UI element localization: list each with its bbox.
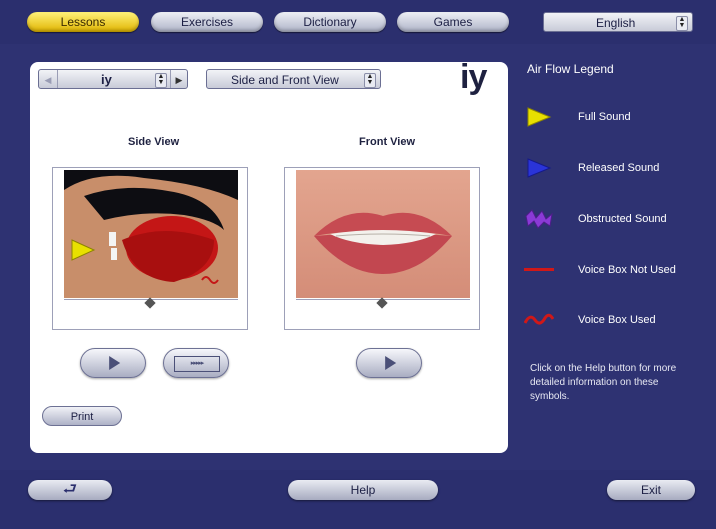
sound-select[interactable]: ◀ iy ▲ ▼ ▶ xyxy=(38,69,188,89)
purple-zigzag-icon xyxy=(525,209,553,229)
scrubber-handle[interactable] xyxy=(144,297,156,309)
play-icon xyxy=(109,356,121,370)
legend-item-voice-box-used: Voice Box Used xyxy=(520,306,710,336)
frame-step-button[interactable]: ▸▸▸▸▸ xyxy=(163,348,229,378)
sound-select-value: iy xyxy=(101,72,112,87)
bottom-bar: ⮐ Help Exit xyxy=(0,470,716,529)
back-arrow-icon: ⮐ xyxy=(62,481,78,498)
play-icon xyxy=(385,356,397,370)
lesson-panel: ◀ iy ▲ ▼ ▶ Side and Front View ▲ ▼ iy Side… xyxy=(30,58,508,453)
spinner-icon: ▲ ▼ xyxy=(364,73,376,88)
language-select[interactable]: English ▲ ▼ xyxy=(543,12,693,32)
back-button[interactable]: ⮐ xyxy=(28,480,112,500)
sound-symbol: iy xyxy=(460,58,487,96)
legend-label: Obstructed Sound xyxy=(578,213,667,225)
legend-label: Voice Box Not Used xyxy=(578,264,676,276)
legend-help-text: Click on the Help button for more detail… xyxy=(530,363,677,402)
legend-label: Released Sound xyxy=(578,162,660,174)
side-view-scrubber[interactable] xyxy=(64,297,238,309)
red-line-icon xyxy=(524,268,554,271)
play-front-button[interactable] xyxy=(356,348,422,378)
legend-item-released-sound: Released Sound xyxy=(520,154,710,184)
front-view-caption: Front View xyxy=(359,136,416,148)
tab-games[interactable]: Games xyxy=(397,12,509,32)
legend-item-obstructed-sound: Obstructed Sound xyxy=(520,205,710,235)
red-wave-icon xyxy=(524,313,554,325)
previous-sound-icon[interactable]: ◀ xyxy=(39,70,58,88)
exit-button[interactable]: Exit xyxy=(607,480,695,500)
play-side-button[interactable] xyxy=(80,348,146,378)
language-select-value: English xyxy=(596,16,636,30)
side-view-frame xyxy=(52,167,248,330)
legend-item-voice-box-not-used: Voice Box Not Used xyxy=(520,256,710,286)
front-view-scrubber[interactable] xyxy=(296,297,470,309)
tab-exercises[interactable]: Exercises xyxy=(151,12,263,32)
spinner-icon: ▲ ▼ xyxy=(155,73,167,88)
legend-item-full-sound: Full Sound xyxy=(520,103,710,133)
side-view-diagram xyxy=(64,170,238,298)
print-button[interactable]: Print xyxy=(42,406,122,426)
yellow-arrow-icon xyxy=(527,107,552,127)
scrubber-handle[interactable] xyxy=(376,297,388,309)
help-button[interactable]: Help xyxy=(288,480,438,500)
app-window: Lessons Exercises Dictionary Games Engli… xyxy=(0,0,716,529)
filmstrip-icon: ▸▸▸▸▸ xyxy=(174,356,220,372)
view-mode-value: Side and Front View xyxy=(231,73,339,87)
side-view-caption: Side View xyxy=(128,136,180,148)
legend-title: Air Flow Legend xyxy=(527,62,614,76)
next-sound-icon[interactable]: ▶ xyxy=(170,70,187,88)
legend-label: Full Sound xyxy=(578,111,631,123)
tab-dictionary[interactable]: Dictionary xyxy=(274,12,386,32)
front-view-image xyxy=(296,170,470,298)
front-view-frame xyxy=(284,167,480,330)
blue-arrow-icon xyxy=(527,158,552,178)
legend-label: Voice Box Used xyxy=(578,314,656,326)
tab-lessons[interactable]: Lessons xyxy=(27,12,139,32)
top-nav-bar: Lessons Exercises Dictionary Games Engli… xyxy=(0,0,716,44)
view-mode-select[interactable]: Side and Front View ▲ ▼ xyxy=(206,69,381,89)
spinner-icon: ▲ ▼ xyxy=(676,16,688,31)
